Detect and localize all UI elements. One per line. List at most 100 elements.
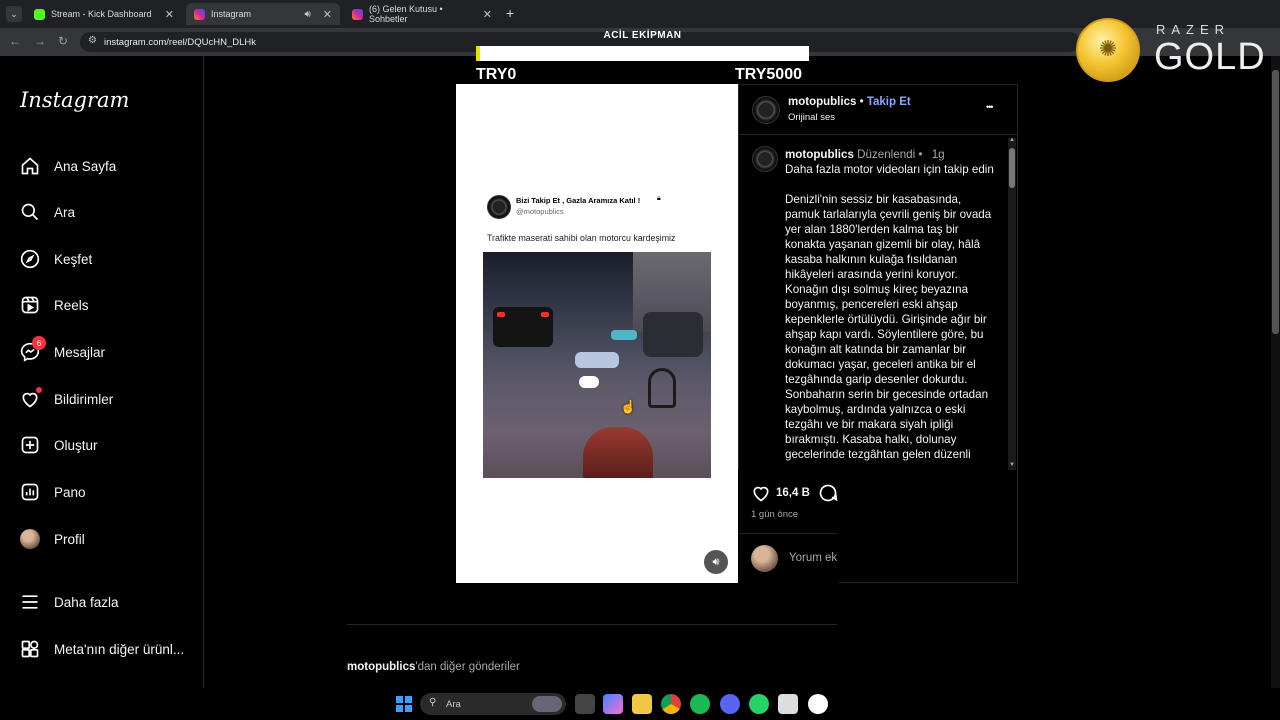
mouse-cursor-icon: ☝: [620, 399, 637, 414]
actions-divider: [739, 533, 837, 534]
tail-light: [497, 312, 505, 317]
handlebar-shape: [583, 427, 653, 478]
commenter-avatar: [751, 545, 778, 572]
back-button[interactable]: ←: [9, 34, 21, 48]
search-highlight-icon: [532, 696, 562, 712]
more-options-button[interactable]: •••: [986, 102, 994, 112]
url-text: instagram.com/reel/DQUcHN_DLHk: [104, 36, 257, 48]
follow-button[interactable]: Takip Et: [867, 96, 911, 108]
tab-label: Instagram: [211, 9, 252, 19]
audio-label[interactable]: Orijinal ses: [788, 112, 835, 123]
author-username[interactable]: motopublics: [788, 96, 856, 108]
new-tab-button[interactable]: +: [506, 5, 514, 21]
taskbar-search[interactable]: ⚲ Ara: [420, 693, 566, 715]
profile-avatar: [20, 529, 40, 549]
sidebar-item-mesajlar[interactable]: 6 Mesajlar: [20, 336, 106, 362]
chatgpt-icon[interactable]: [808, 694, 828, 714]
tab-instagram[interactable]: Instagram 🔊︎ ✕: [186, 3, 340, 25]
sidebar-item-label: Reels: [54, 297, 89, 313]
scooter-shape: [611, 330, 637, 340]
caption-username[interactable]: motopublics: [785, 148, 854, 161]
instagram-favicon-icon: [352, 8, 363, 20]
windows-start-icon[interactable]: [396, 696, 412, 712]
caption-edited: Düzenlendi: [857, 148, 916, 161]
chrome-icon[interactable]: [661, 694, 681, 714]
tab-close-icon[interactable]: ✕: [483, 8, 492, 21]
mirror-shape: [648, 368, 676, 408]
tab-label: Stream - Kick Dashboard: [51, 9, 152, 19]
reload-button[interactable]: ↻: [58, 34, 68, 48]
post-header: motopublics • Takip Et: [788, 96, 911, 108]
header-divider: [739, 134, 1017, 135]
forward-button[interactable]: →: [34, 34, 46, 48]
tab-kick-dashboard[interactable]: Stream - Kick Dashboard ✕: [26, 3, 182, 25]
meta-apps-icon: [21, 640, 39, 658]
tweet-name: Bizi Takip Et , Gazla Aramıza Katıl !: [516, 196, 641, 205]
mute-toggle-button[interactable]: 🔊︎: [704, 550, 728, 574]
file-explorer-icon[interactable]: [632, 694, 652, 714]
messages-badge: 6: [32, 336, 46, 350]
tweet-handle: @motopublics: [516, 207, 564, 216]
instagram-logo[interactable]: Instagram: [20, 88, 129, 112]
site-info-icon[interactable]: ⚙: [88, 35, 97, 46]
more-posts-suffix: 'dan diğer gönderiler: [415, 661, 520, 673]
video-frame[interactable]: [483, 252, 711, 478]
page-scroll-thumb[interactable]: [1272, 70, 1279, 334]
scroll-up-arrow-icon[interactable]: ▲: [1009, 137, 1015, 143]
speaker-icon[interactable]: 🔊︎: [304, 9, 310, 20]
sidebar-item-label: Mesajlar: [54, 344, 106, 360]
sidebar-item-reels[interactable]: Reels: [20, 295, 89, 315]
sidebar-item-label: Daha fazla: [54, 594, 119, 610]
sidebar-item-pano[interactable]: Pano: [20, 482, 86, 502]
tab-gelen-kutusu[interactable]: (6) Gelen Kutusu • Sohbetler ✕: [344, 3, 500, 25]
author-avatar[interactable]: [752, 96, 780, 124]
caption-avatar[interactable]: [752, 146, 778, 172]
caption-block: motopublics Düzenlendi • 1g Daha fazla m…: [785, 147, 997, 470]
sidebar-item-profil[interactable]: Profil: [20, 529, 85, 549]
dashboard-icon: [21, 483, 39, 501]
razer-snake-icon: ✺: [1098, 36, 1118, 61]
caption-time: 1g: [931, 148, 945, 161]
sidebar-item-daha-fazla[interactable]: Daha fazla: [20, 592, 119, 612]
sidebar-item-meta[interactable]: Meta'nın diğer ürünl...: [20, 639, 184, 659]
task-view-icon[interactable]: [575, 694, 595, 714]
sidebar-item-bildirimler[interactable]: Bildirimler: [20, 387, 113, 409]
sidebar-item-label: Oluştur: [54, 437, 98, 453]
discord-icon[interactable]: [720, 694, 740, 714]
header-separator: •: [859, 96, 864, 108]
caption-meta: motopublics Düzenlendi • 1g: [785, 147, 997, 162]
more-posts-username[interactable]: motopublics: [347, 661, 415, 673]
copilot-icon[interactable]: [603, 694, 623, 714]
caption-scroll-thumb[interactable]: [1009, 148, 1015, 188]
search-icon: ⚲: [429, 697, 437, 708]
rider-shape: [575, 352, 619, 368]
like-count[interactable]: 16,4 B: [776, 487, 810, 499]
kick-favicon-icon: [34, 8, 45, 20]
spotify-icon[interactable]: [690, 694, 710, 714]
home-icon: [21, 157, 39, 175]
sidebar-item-ara[interactable]: Ara: [20, 202, 75, 222]
tab-search-button[interactable]: ⌄: [6, 6, 22, 22]
tweet-avatar: [487, 195, 511, 219]
sidebar-item-ana-sayfa[interactable]: Ana Sayfa: [20, 156, 116, 176]
app-icon[interactable]: [778, 694, 798, 714]
reels-icon: [21, 296, 39, 314]
scroll-down-arrow-icon[interactable]: ▼: [1009, 462, 1015, 468]
whatsapp-icon[interactable]: [749, 694, 769, 714]
comment-input[interactable]: Yorum ek: [789, 552, 837, 564]
notification-dot: [36, 387, 42, 393]
tab-close-icon[interactable]: ✕: [323, 8, 332, 21]
sidebar-item-label: Ana Sayfa: [54, 158, 117, 174]
menu-icon: [22, 595, 38, 609]
sidebar-item-label: Profil: [54, 531, 85, 547]
caption-dot: •: [918, 148, 923, 161]
sidebar-item-kesfet[interactable]: Keşfet: [20, 249, 92, 269]
lock-icon: 🔒︎: [657, 195, 661, 202]
sidebar-item-olustur[interactable]: Oluştur: [20, 435, 98, 455]
tab-close-icon[interactable]: ✕: [165, 8, 174, 21]
like-heart-icon[interactable]: [751, 483, 771, 503]
comment-icon[interactable]: [818, 483, 838, 503]
plus-square-icon: [21, 436, 39, 454]
more-posts-heading: motopublics'dan diğer gönderiler: [347, 661, 520, 673]
headlight: [579, 376, 599, 388]
